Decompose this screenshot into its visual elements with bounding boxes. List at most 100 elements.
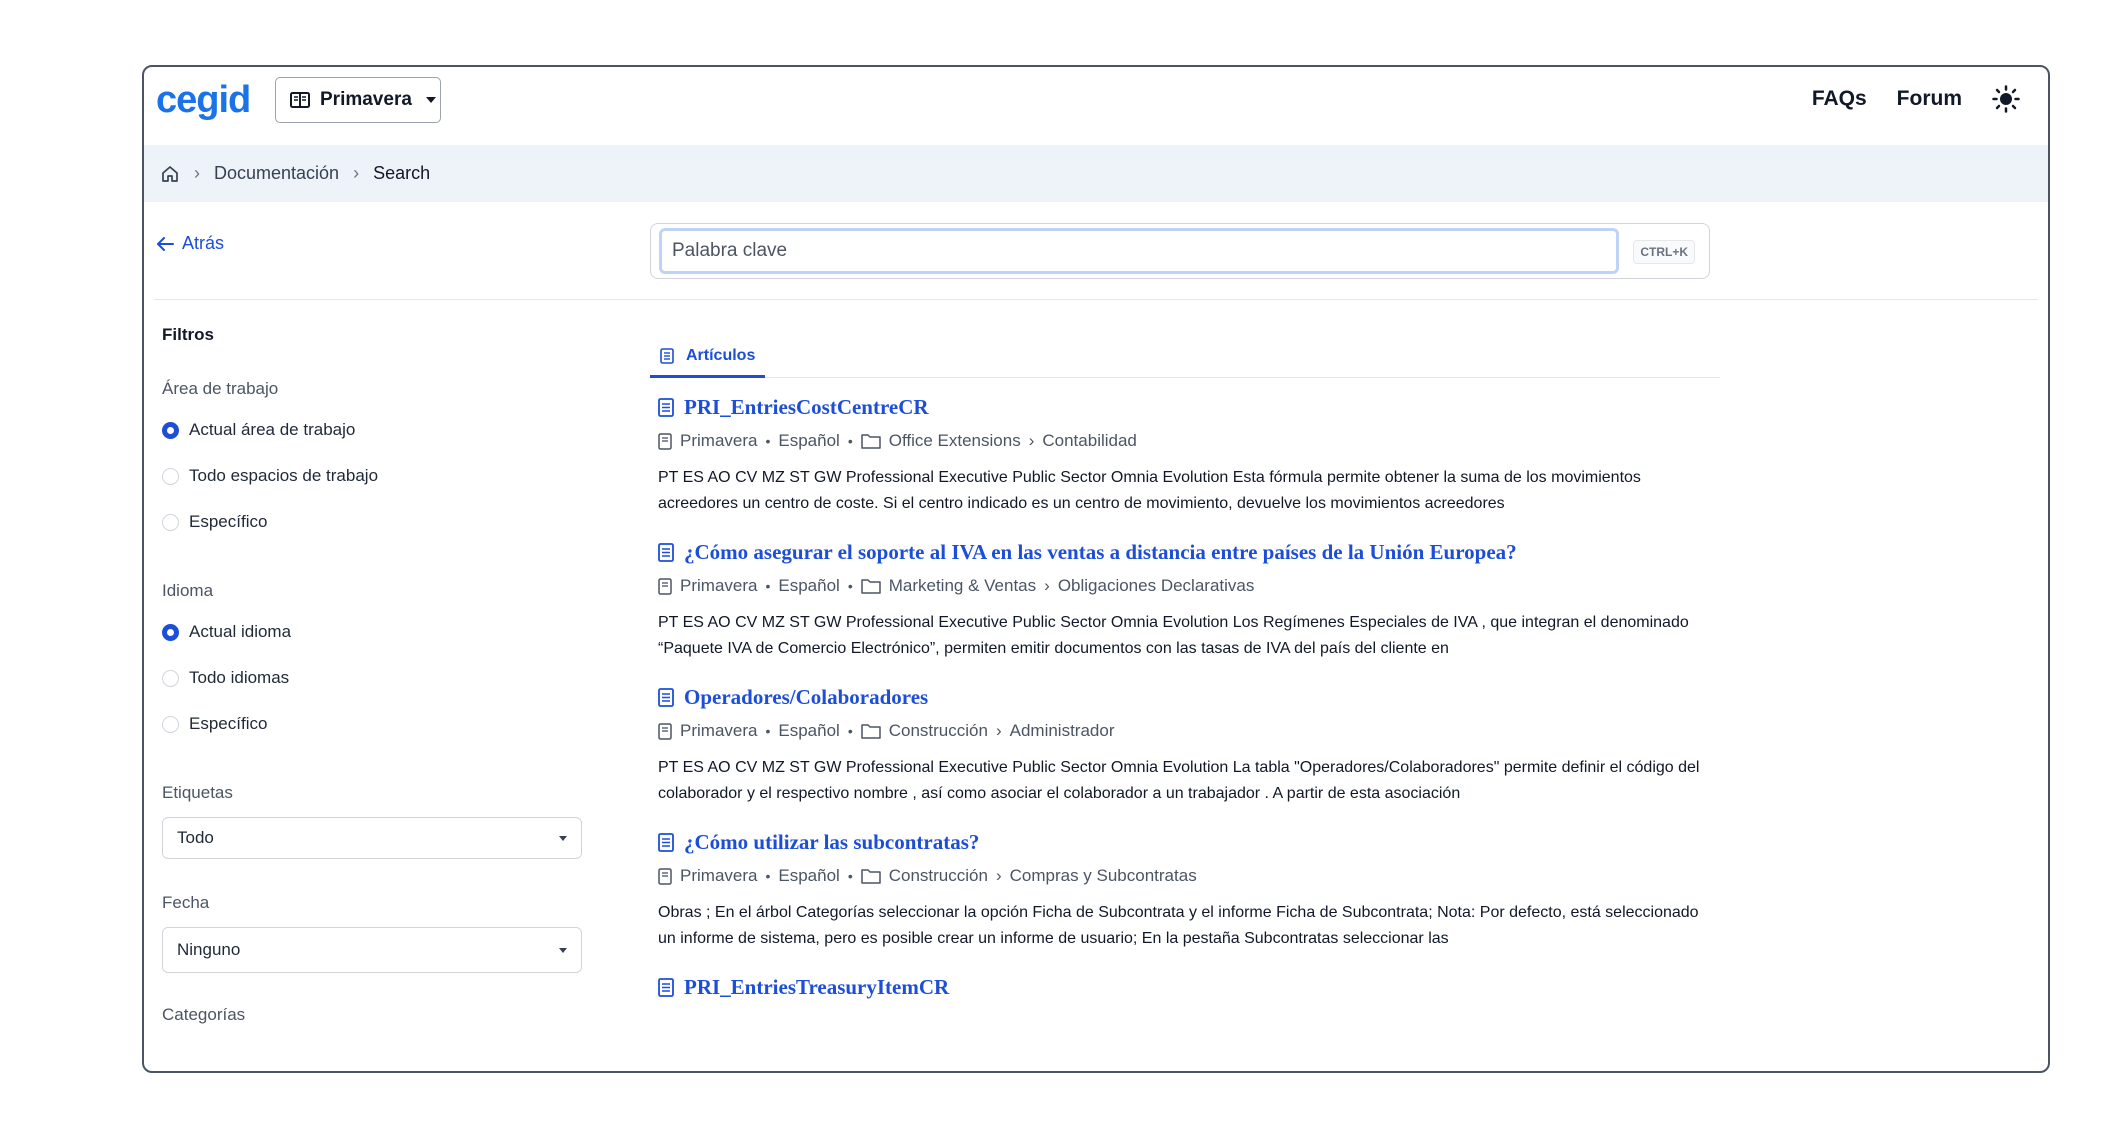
result-category: Obligaciones Declarativas <box>1057 576 1255 595</box>
document-icon <box>658 397 674 417</box>
language-filter-label: Idioma <box>162 581 214 600</box>
option-label: Todo espacios de trabajo <box>189 466 379 485</box>
back-link[interactable]: Atrás <box>156 233 224 254</box>
radio-icon <box>162 467 179 485</box>
filters-title: Filtros <box>162 325 214 344</box>
tab-articles[interactable]: Artículos <box>650 337 766 378</box>
result-language: Español <box>778 721 840 740</box>
option-label: Específico <box>189 512 268 531</box>
separator-dot: • <box>765 578 771 594</box>
result-title: PRI_EntriesTreasuryItemCR <box>684 974 950 999</box>
result-language: Español <box>778 576 840 595</box>
search-box: CTRL+K <box>650 223 1710 279</box>
result-title-link[interactable]: ¿Cómo utilizar las subcontratas? <box>658 828 1718 856</box>
result-language: Español <box>778 431 840 450</box>
result-meta: Primavera • Español • Marketing & Ventas… <box>658 574 1718 598</box>
separator-dot: • <box>847 433 853 449</box>
book-icon <box>658 577 672 595</box>
sun-icon[interactable] <box>1992 85 2020 113</box>
chevron-right-icon: › <box>194 163 200 183</box>
chevron-right-icon: › <box>995 866 1002 885</box>
chevron-down-icon <box>559 947 567 953</box>
result-title: Operadores/Colaboradores <box>684 684 929 709</box>
shortcut-hint: CTRL+K <box>1633 240 1695 264</box>
results-tabs: Artículos <box>650 337 1720 378</box>
result-title: ¿Cómo utilizar las subcontratas? <box>684 829 980 854</box>
back-label: Atrás <box>182 233 225 253</box>
chevron-right-icon: › <box>995 721 1002 740</box>
folder-icon <box>860 578 881 594</box>
book-icon <box>658 722 672 740</box>
chevron-down-icon <box>559 835 567 841</box>
breadcrumb-documentacion[interactable]: Documentación <box>214 163 339 184</box>
result-category: Contabilidad <box>1042 431 1137 450</box>
folder-icon <box>860 723 881 739</box>
language-option-all[interactable]: Todo idiomas <box>162 663 582 693</box>
document-icon <box>658 687 674 707</box>
radio-selected-icon <box>162 421 179 439</box>
result-product: Primavera <box>680 866 758 885</box>
book-icon <box>658 867 672 885</box>
product-selector-button[interactable]: Primavera <box>275 77 441 123</box>
tab-articles-label: Artículos <box>686 347 756 364</box>
workspace-option-specific[interactable]: Específico <box>162 507 582 537</box>
date-select[interactable]: Ninguno <box>162 927 582 973</box>
result-folder: Construcción <box>888 721 988 740</box>
categories-filter-label: Categorías <box>162 1005 246 1024</box>
chevron-right-icon: › <box>353 163 360 183</box>
radio-icon <box>162 715 179 733</box>
tags-select[interactable]: Todo <box>162 817 582 859</box>
breadcrumb-current: Search <box>373 163 431 183</box>
option-label: Específico <box>189 714 268 733</box>
result-title-link[interactable]: ¿Cómo asegurar el soporte al IVA en las … <box>658 538 1718 566</box>
home-icon[interactable] <box>160 164 180 184</box>
result-meta: Primavera • Español • Construcción › Adm… <box>658 719 1718 743</box>
workspace-filter-label: Área de trabajo <box>162 379 279 398</box>
result-title: ¿Cómo asegurar el soporte al IVA en las … <box>684 539 1517 564</box>
result-title: PRI_EntriesCostCentreCR <box>684 394 929 419</box>
radio-selected-icon <box>162 623 179 641</box>
book-icon <box>290 92 310 108</box>
result-snippet: PT ES AO CV MZ ST GW Professional Execut… <box>658 469 1641 512</box>
separator-dot: • <box>765 723 771 739</box>
list-item: ¿Cómo asegurar el soporte al IVA en las … <box>658 538 1718 662</box>
result-folder: Construcción <box>888 866 988 885</box>
forum-link[interactable]: Forum <box>1897 87 1962 111</box>
radio-icon <box>162 513 179 531</box>
result-snippet: PT ES AO CV MZ ST GW Professional Execut… <box>658 759 1700 802</box>
result-meta: Primavera • Español • Office Extensions … <box>658 429 1718 453</box>
search-input[interactable] <box>659 228 1619 274</box>
date-filter-label: Fecha <box>162 893 210 912</box>
results-list: PRI_EntriesCostCentreCR Primavera • Espa… <box>658 393 1718 1022</box>
cegid-logo[interactable]: cegid <box>156 79 251 122</box>
result-folder: Marketing & Ventas <box>888 576 1037 595</box>
document-icon <box>658 832 674 852</box>
result-category: Administrador <box>1009 721 1115 740</box>
list-item: Operadores/Colaboradores Primavera • Esp… <box>658 683 1718 807</box>
result-product: Primavera <box>680 721 758 740</box>
folder-icon <box>860 868 881 884</box>
breadcrumb: › Documentación › Search <box>144 145 2048 202</box>
date-select-value: Ninguno <box>177 940 241 959</box>
header-nav: FAQs Forum <box>1812 85 2020 113</box>
separator-dot: • <box>765 868 771 884</box>
product-selector-label: Primavera <box>320 89 412 110</box>
option-label: Todo idiomas <box>189 668 290 687</box>
list-item: ¿Cómo utilizar las subcontratas? Primave… <box>658 828 1718 952</box>
separator-dot: • <box>847 868 853 884</box>
workspace-option-all[interactable]: Todo espacios de trabajo <box>162 461 582 491</box>
language-option-current[interactable]: Actual idioma <box>162 617 582 647</box>
language-option-specific[interactable]: Específico <box>162 709 582 739</box>
chevron-right-icon: › <box>1028 431 1035 450</box>
chevron-down-icon <box>425 97 436 103</box>
result-title-link[interactable]: Operadores/Colaboradores <box>658 683 1718 711</box>
workspace-option-current[interactable]: Actual área de trabajo <box>162 415 582 445</box>
radio-icon <box>162 669 179 687</box>
result-snippet: Obras ; En el árbol Categorías seleccion… <box>658 904 1699 947</box>
result-title-link[interactable]: PRI_EntriesCostCentreCR <box>658 393 1718 421</box>
result-snippet: PT ES AO CV MZ ST GW Professional Execut… <box>658 614 1689 657</box>
result-title-link[interactable]: PRI_EntriesTreasuryItemCR <box>658 973 1718 1001</box>
arrow-left-icon <box>156 236 174 251</box>
separator-dot: • <box>847 578 853 594</box>
faqs-link[interactable]: FAQs <box>1812 87 1867 111</box>
